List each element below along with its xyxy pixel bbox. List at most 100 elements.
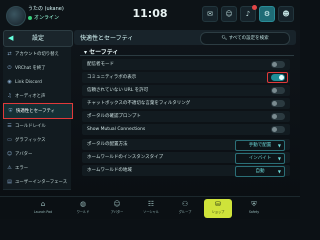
swap-icon: ⇄ [7,51,12,57]
settings-title-label: 設定 [31,35,44,42]
nav-label: ショップ [211,210,225,214]
nav-label: グループ [178,210,192,214]
setting-row-portal-placement[interactable]: ポータルの配置方法 手動で配置 ▼ [82,139,290,151]
setting-label: 配信者モード [87,62,114,67]
people-icon: ☷ [147,200,155,208]
sidebar-item-switch-account[interactable]: ⇄ アカウントの切り替え [3,47,71,62]
search-all-label: すべての設定を検索 [228,36,269,41]
top-bar: うたの (ukane) オンライン 11:08 ✉ ☺ ♪ ⚙ ☻ [0,0,300,30]
sidebar-item-ui[interactable]: ▤ ユーザーインターフェース [3,175,71,190]
nav-label: Launch Pad [33,210,53,214]
user-icon[interactable]: ☻ [278,6,294,22]
nav-label: Safety [248,210,260,214]
sidebar-item-label: Link Discord [15,80,42,85]
setting-row-chatbox-filter[interactable]: チャットボックスの不適切な言葉をフィルタリング [82,98,290,109]
chevron-down-icon: ▼ [277,143,281,148]
panel-header: 快適性とセーフティ 🔍︎ すべての設定を検索 [74,30,296,45]
nav-launch-pad[interactable]: ⌂ Launch Pad [29,199,57,218]
bell-icon[interactable]: ♪ [240,5,257,22]
app-window: うたの (ukane) オンライン 11:08 ✉ ☺ ♪ ⚙ ☻ ◀ 設定 ⇄… [0,0,300,219]
home-instance-type-select[interactable]: インバイト ▼ [235,153,285,164]
mutual-connections-toggle[interactable] [271,126,285,133]
setting-row-streamer-mode[interactable]: 配信者モード [82,59,290,70]
setting-row-home-region[interactable]: ホームワールドの地域 自動 ▼ [82,165,290,177]
streamer-mode-toggle[interactable] [271,61,285,68]
sidebar-item-label: エラー [15,166,29,171]
sidebar-item-label: グラフィックス [15,138,46,143]
sidebar-item-label: コールドレイル [15,124,46,129]
setting-label: ホームワールドの地域 [87,168,132,173]
toggle-knob [272,62,277,67]
notification-badge [252,5,257,10]
sidebar-item-label: VRChat を終了 [15,66,46,71]
toggle-knob [272,101,277,106]
setting-row-home-instance-type[interactable]: ホームワールドのインスタンスタイプ インバイト ▼ [82,152,290,164]
speaker-icon: ♫ [7,93,12,99]
home-region-select[interactable]: 自動 ▼ [235,166,285,177]
discord-icon: ◉ [7,79,12,85]
search-all-settings-button[interactable]: 🔍︎ すべての設定を検索 [200,32,290,45]
setting-label: ホームワールドのインスタンスタイプ [87,155,164,160]
sidebar-item-label: オーディオと声 [15,94,46,99]
nav-avatars[interactable]: ☺ アバター [103,199,131,218]
sidebar-item-label: 快適性とセーフティ [16,109,55,114]
home-icon: ⌂ [40,200,46,208]
avatar-icon: ☺ [6,151,13,157]
warning-icon: ⚠ [7,165,12,171]
gear-icon[interactable]: ⚙ [259,6,275,22]
bottom-nav: ⌂ Launch Pad ◍ ワールド ☺ アバター ☷ ソーシャル ⚇ グループ ⛁ ショ… [0,196,300,219]
untrusted-url-toggle[interactable] [271,87,285,94]
setting-row-community-labs[interactable]: コミュニティラボの表示 [82,72,290,83]
shop-icon: ⛁ [215,200,221,208]
sidebar-item-discord[interactable]: ◉ Link Discord [3,75,71,90]
toggle-knob [272,127,277,132]
nav-safety[interactable]: ⛨ Safety [240,199,268,218]
sidebar-item-label: ユーザーインターフェース [15,180,68,185]
nav-social[interactable]: ☷ ソーシャル [137,199,165,218]
toggle-knob [272,114,277,119]
settings-title: ◀ 設定 [3,30,73,47]
avatar-icon: ☺ [113,200,121,208]
sidebar-item-graphics[interactable]: ▭ グラフィックス [3,133,71,148]
setting-label: コミュニティラボの表示 [87,75,137,80]
portal-confirm-toggle[interactable] [271,113,285,120]
setting-row-mutual-connections[interactable]: Show Mutual Connections [82,124,290,135]
chevron-down-icon: ▼ [277,169,281,174]
select-value: 自動 [255,169,265,174]
toggle-knob [272,88,277,93]
sidebar-item-quit[interactable]: ⏻ VRChat を終了 [3,61,71,76]
top-icons: ✉ ☺ ♪ ⚙ ☻ [202,5,294,22]
nav-label: アバター [110,210,124,214]
sidebar-item-cold-rail[interactable]: ☰ コールドレイル [3,119,71,134]
settings-sidebar: ◀ 設定 ⇄ アカウントの切り替え ⏻ VRChat を終了 ◉ Link Disco… [3,30,73,193]
setting-label: 信頼されていない URL を許可 [87,88,149,93]
portal-placement-select[interactable]: 手動で配置 ▼ [235,140,285,151]
nav-label: ワールド [76,210,90,214]
sidebar-item-comfort-safety[interactable]: ⛨ 快適性とセーフティ [3,103,73,119]
sidebar-item-label: アバター [15,152,33,157]
setting-label: Show Mutual Connections [87,127,146,132]
nav-groups[interactable]: ⚇ グループ [171,199,199,218]
sidebar-item-avatar[interactable]: ☺ アバター [3,147,71,162]
setting-row-portal-confirm[interactable]: ポータルの確認プロンプト [82,111,290,122]
sidebar-item-label: アカウントの切り替え [15,52,59,57]
settings-panel: 快適性とセーフティ 🔍︎ すべての設定を検索 ▾ セーフティ 配信者モード コミ… [74,30,296,193]
sidebar-item-audio[interactable]: ♫ オーディオと声 [3,89,71,104]
back-arrow-icon[interactable]: ◀ [8,31,13,46]
rail-icon: ☰ [7,123,12,129]
select-value: インバイト [248,156,272,161]
mail-icon[interactable]: ✉ [202,6,218,22]
setting-row-untrusted-url[interactable]: 信頼されていない URL を許可 [82,85,290,96]
friend-icon[interactable]: ☺ [221,6,237,22]
setting-label: ポータルの配置方法 [87,142,128,147]
section-divider [80,55,294,56]
nav-shop[interactable]: ⛁ ショップ [204,199,232,218]
panel-title: 快適性とセーフティ [80,35,134,42]
sidebar-item-error[interactable]: ⚠ エラー [3,161,71,176]
power-icon: ⏻ [7,65,12,71]
setting-label: チャットボックスの不適切な言葉をフィルタリング [87,101,191,106]
display-icon: ▭ [7,137,12,143]
nav-worlds[interactable]: ◍ ワールド [69,199,97,218]
chatbox-filter-toggle[interactable] [271,100,285,107]
ui-icon: ▤ [7,179,12,185]
